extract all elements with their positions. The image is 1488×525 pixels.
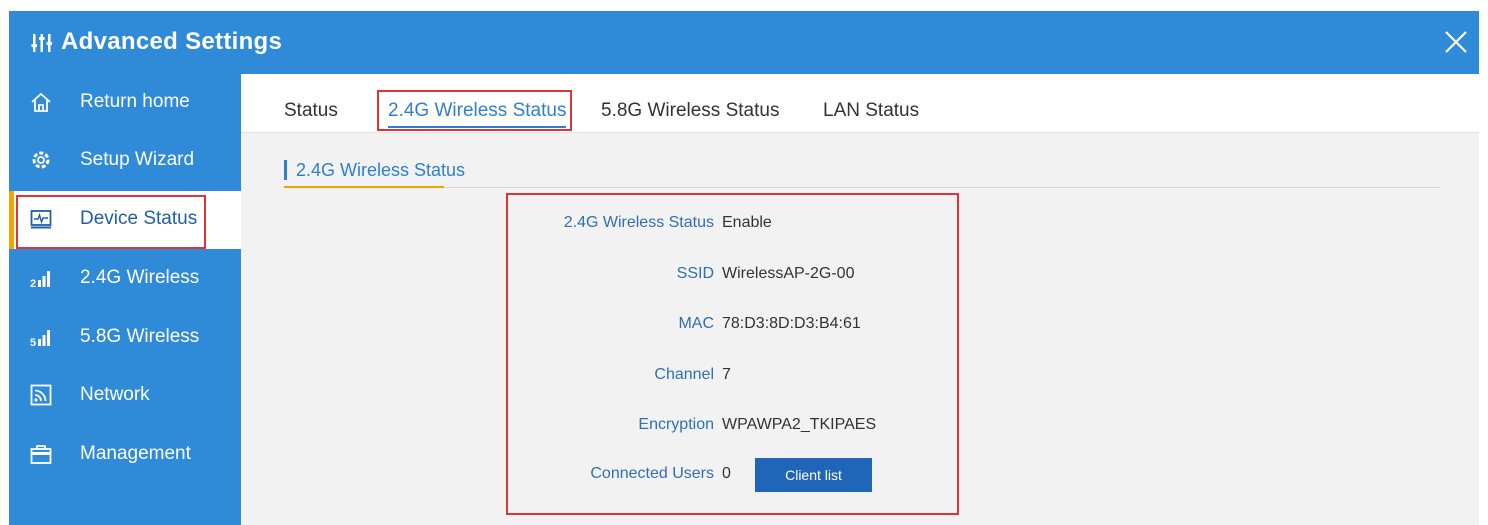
sidebar-item-2g-wireless[interactable]: 2 2.4G Wireless <box>9 250 241 308</box>
sidebar-item-label: Setup Wizard <box>80 149 195 170</box>
tab-highlight-box <box>377 90 572 131</box>
tab-lan-status[interactable]: LAN Status <box>823 100 919 122</box>
sidebar-item-label: Return home <box>80 91 190 112</box>
sidebar-item-network[interactable]: Network <box>9 367 241 425</box>
svg-text:5: 5 <box>30 337 36 348</box>
sidebar-item-management[interactable]: Management <box>9 426 241 484</box>
settings-sliders-icon <box>31 34 52 52</box>
tab-status[interactable]: Status <box>284 100 338 122</box>
window-title: Advanced Settings <box>61 28 283 55</box>
section-marker <box>284 160 287 180</box>
signal-5g-icon: 5 <box>30 330 50 348</box>
section-divider <box>284 187 1440 188</box>
window-header: Advanced Settings <box>9 11 1479 74</box>
sidebar-item-5g-wireless[interactable]: 5 5.8G Wireless <box>9 309 241 367</box>
sidebar-item-setup-wizard[interactable]: Setup Wizard <box>9 132 241 190</box>
status-highlight-box <box>506 193 959 515</box>
main-content: Status 2.4G Wireless Status 5.8G Wireles… <box>241 74 1479 525</box>
sidebar-item-label: Network <box>80 384 150 405</box>
close-icon[interactable] <box>1443 29 1469 55</box>
sidebar-item-label: Management <box>80 443 191 464</box>
signal-2g-icon: 2 <box>30 271 50 289</box>
tab-5g-wireless-status[interactable]: 5.8G Wireless Status <box>601 100 779 122</box>
sidebar-item-label: 5.8G Wireless <box>80 326 200 347</box>
section-title: 2.4G Wireless Status <box>296 160 466 180</box>
sidebar-item-return-home[interactable]: Return home <box>9 74 241 132</box>
settings-window: Advanced Settings Return home Setup Wiza… <box>9 11 1479 525</box>
sidebar-item-label: 2.4G Wireless <box>80 267 200 288</box>
briefcase-icon <box>30 445 52 464</box>
tab-bar: Status 2.4G Wireless Status 5.8G Wireles… <box>241 74 1479 133</box>
gear-icon <box>32 151 50 169</box>
section-accent-line <box>284 186 444 188</box>
home-icon <box>31 92 51 112</box>
network-icon <box>30 384 52 406</box>
sidebar: Return home Setup Wizard Device Status 2… <box>9 74 241 525</box>
svg-text:2: 2 <box>30 278 36 289</box>
device-status-highlight-box <box>16 195 206 249</box>
